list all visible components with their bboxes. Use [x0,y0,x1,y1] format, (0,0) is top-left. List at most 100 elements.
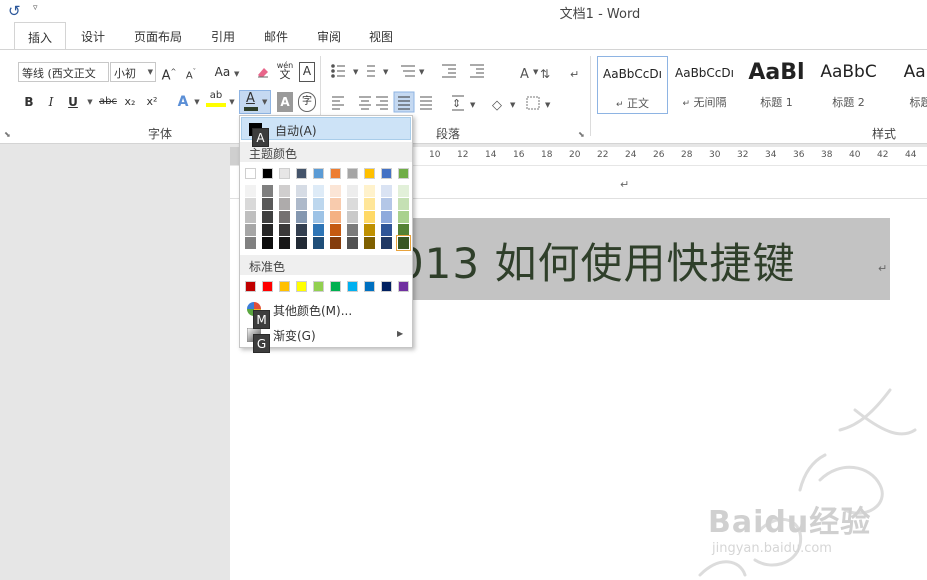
theme-shade-swatch[interactable] [347,211,358,223]
theme-shade-swatch[interactable] [364,198,375,210]
theme-shade-swatch[interactable] [398,224,409,236]
theme-color-swatch[interactable] [398,168,409,179]
bold-button[interactable]: B [22,92,36,112]
theme-shade-swatch[interactable] [364,224,375,236]
theme-shade-swatch[interactable] [313,185,324,197]
theme-color-swatch[interactable] [364,168,375,179]
theme-color-swatch[interactable] [313,168,324,179]
dialog-launcher-icon[interactable]: ⬊ [4,130,11,139]
theme-shade-swatch[interactable] [262,237,273,249]
theme-shade-swatch[interactable] [296,224,307,236]
tab-design[interactable]: 设计 [81,28,105,45]
theme-color-swatch[interactable] [347,168,358,179]
theme-shade-swatch[interactable] [381,237,392,249]
standard-color-swatch[interactable] [296,281,307,292]
theme-shade-swatch[interactable] [313,237,324,249]
style-heading-1[interactable]: AaBl 标题 1 [741,56,812,114]
tab-view[interactable]: 视图 [369,28,393,45]
standard-color-swatch[interactable] [398,281,409,292]
theme-shade-swatch[interactable] [296,211,307,223]
theme-shade-swatch[interactable] [381,198,392,210]
theme-shade-swatch[interactable] [364,237,375,249]
theme-shade-swatch[interactable] [262,185,273,197]
theme-shade-swatch[interactable] [245,198,256,210]
strikethrough-button[interactable]: abc [98,92,118,112]
theme-color-swatch[interactable] [381,168,392,179]
theme-shade-swatch[interactable] [296,185,307,197]
grow-font-button[interactable]: A^ [161,62,177,83]
tab-review[interactable]: 审阅 [317,28,341,45]
theme-shade-swatch[interactable] [398,211,409,223]
phonetic-guide-button[interactable]: wén 文 [276,61,294,81]
standard-color-swatch[interactable] [330,281,341,292]
theme-shade-swatch[interactable] [296,237,307,249]
font-color-button[interactable]: A ▼ [239,90,271,114]
text-effects-button[interactable]: A [175,92,191,112]
standard-color-swatch[interactable] [262,281,273,292]
theme-color-swatch[interactable] [245,168,256,179]
theme-shade-swatch[interactable] [313,224,324,236]
superscript-button[interactable]: x² [144,92,160,112]
theme-shade-swatch[interactable] [330,185,341,197]
theme-shade-swatch[interactable] [245,185,256,197]
theme-shade-swatch[interactable] [364,185,375,197]
more-colors-item[interactable]: 其他颜色(M)... [273,302,352,319]
theme-shade-swatch[interactable] [279,237,290,249]
theme-color-swatch[interactable] [279,168,290,179]
theme-shade-swatch[interactable] [330,224,341,236]
theme-shade-swatch[interactable] [279,211,290,223]
change-case-button[interactable]: Aa ▼ [210,62,244,82]
theme-shade-swatch[interactable] [364,211,375,223]
text-effects-dropdown[interactable]: ▼ [193,92,201,112]
highlight-button[interactable]: ab [206,90,226,110]
underline-button[interactable]: U [66,92,80,112]
standard-color-swatch[interactable] [313,281,324,292]
theme-shade-swatch[interactable] [347,224,358,236]
shrink-font-button[interactable]: Aˇ [183,62,199,82]
standard-color-swatch[interactable] [245,281,256,292]
standard-color-swatch[interactable] [347,281,358,292]
character-border-button[interactable]: A [299,62,315,82]
theme-shade-swatch[interactable] [398,198,409,210]
theme-shade-swatch[interactable] [245,224,256,236]
underline-dropdown[interactable]: ▼ [86,92,94,112]
theme-shade-swatch[interactable] [245,237,256,249]
theme-shade-swatch[interactable] [330,211,341,223]
theme-color-swatch[interactable] [330,168,341,179]
theme-shade-swatch[interactable] [313,198,324,210]
gradient-item[interactable]: 渐变(G) [273,327,316,344]
standard-color-swatch[interactable] [364,281,375,292]
style-normal[interactable]: AaBbCcDı ↵ 正文 [597,56,668,114]
font-name-box[interactable]: 等线 (西文正文 [18,62,109,82]
theme-shade-swatch[interactable] [381,185,392,197]
character-shading-button[interactable]: A [277,92,293,112]
style-no-spacing[interactable]: AaBbCcDı ↵ 无间隔 [669,56,740,114]
enclose-characters-button[interactable]: 字 [298,92,316,112]
italic-button[interactable]: I [44,92,58,112]
theme-shade-swatch[interactable] [381,224,392,236]
tab-page-layout[interactable]: 页面布局 [134,28,182,45]
theme-shade-swatch[interactable] [398,185,409,197]
theme-shade-swatch[interactable] [347,237,358,249]
theme-color-swatch[interactable] [262,168,273,179]
theme-shade-swatch[interactable] [313,211,324,223]
theme-shade-swatch[interactable] [262,224,273,236]
paragraph-dialog-launcher-icon[interactable]: ⬊ [578,130,585,139]
standard-color-swatch[interactable] [279,281,290,292]
standard-color-swatch[interactable] [381,281,392,292]
style-title[interactable]: AaB 标题 [885,56,927,114]
theme-color-swatch[interactable] [296,168,307,179]
theme-shade-swatch[interactable] [262,211,273,223]
tab-mailings[interactable]: 邮件 [264,28,288,45]
theme-shade-swatch[interactable] [330,237,341,249]
theme-shade-swatch[interactable] [279,185,290,197]
theme-shade-swatch[interactable] [396,235,411,251]
theme-shade-swatch[interactable] [381,211,392,223]
font-size-box[interactable]: 小初 ▼ [110,62,156,82]
style-heading-2[interactable]: AaBbC 标题 2 [813,56,884,114]
highlight-dropdown[interactable]: ▼ [228,92,236,112]
theme-shade-swatch[interactable] [347,185,358,197]
theme-shade-swatch[interactable] [262,198,273,210]
tab-insert[interactable]: 插入 [14,22,66,50]
theme-shade-swatch[interactable] [279,198,290,210]
